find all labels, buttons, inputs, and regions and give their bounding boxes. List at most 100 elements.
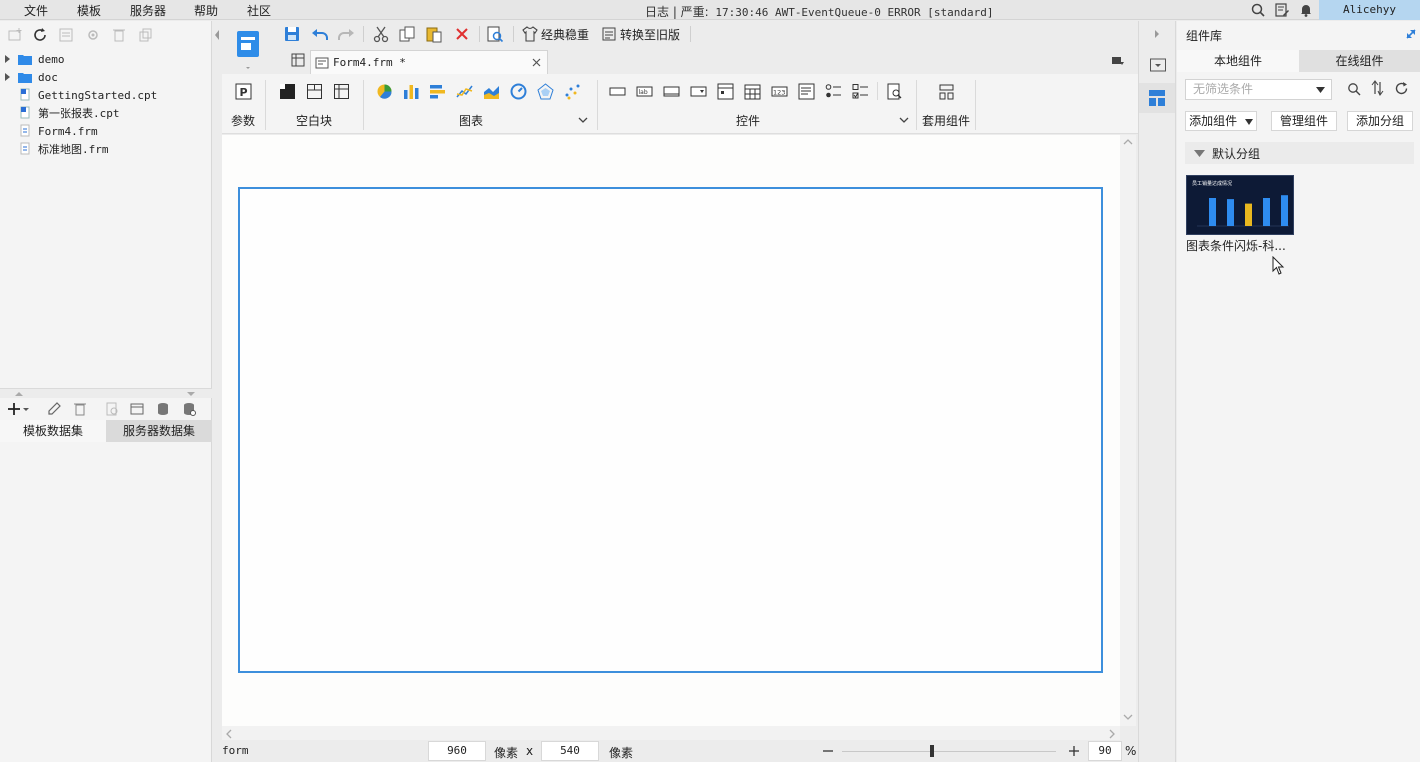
refresh-icon[interactable] <box>1394 81 1409 96</box>
checkbox-group-icon[interactable] <box>852 83 869 100</box>
database-settings-icon[interactable] <box>181 401 197 417</box>
filter-select[interactable]: 无筛选条件 <box>1185 79 1332 100</box>
tree-item-doc[interactable]: doc <box>4 68 58 86</box>
redo-icon[interactable] <box>337 25 355 43</box>
canvas-height-input[interactable]: 540 <box>541 741 599 761</box>
zoom-slider-thumb[interactable] <box>930 745 934 757</box>
panel-splitter[interactable] <box>0 388 212 398</box>
search-icon[interactable] <box>1347 82 1361 96</box>
dropdown-widget-icon[interactable] <box>690 83 707 100</box>
refresh-icon[interactable] <box>32 27 48 43</box>
vertical-scrollbar[interactable] <box>1120 135 1136 726</box>
search-icon[interactable] <box>1250 2 1266 18</box>
tab-list-icon[interactable] <box>1111 55 1125 67</box>
add-component-dropdown[interactable]: 添加组件 <box>1185 111 1257 131</box>
copy-icon[interactable] <box>398 25 416 43</box>
paste-icon[interactable] <box>425 25 443 43</box>
number-widget-icon[interactable]: 123 <box>771 83 788 100</box>
control-expand-icon[interactable] <box>899 116 909 124</box>
report-block-icon[interactable] <box>333 83 350 100</box>
tree-widget-icon[interactable] <box>717 83 734 100</box>
dataset-edit-icon[interactable] <box>129 401 145 417</box>
tree-item-gettingstarted[interactable]: GettingStarted.cpt <box>4 86 157 104</box>
tree-item-first-report[interactable]: 第一张报表.cpt <box>4 104 120 122</box>
radio-group-icon[interactable] <box>825 83 842 100</box>
tree-item-form4[interactable]: Form4.frm <box>4 122 98 140</box>
close-tab-icon[interactable] <box>532 58 541 67</box>
component-name[interactable]: 图表条件闪烁-科... <box>1186 237 1296 254</box>
classic-theme-button[interactable]: 经典稳重 <box>522 25 589 43</box>
radar-chart-icon[interactable] <box>537 83 554 100</box>
tab-online-components[interactable]: 在线组件 <box>1299 50 1420 72</box>
menu-help[interactable]: 帮助 <box>194 2 218 19</box>
area-chart-icon[interactable] <box>483 83 500 100</box>
delete-x-icon[interactable] <box>453 25 471 43</box>
delete-icon[interactable] <box>111 27 127 43</box>
manage-component-button[interactable]: 管理组件 <box>1271 111 1337 131</box>
horizontal-scrollbar[interactable] <box>222 726 1120 740</box>
bar-chart-icon[interactable] <box>403 83 420 100</box>
trash-icon[interactable] <box>72 401 88 417</box>
textarea-widget-icon[interactable] <box>798 83 815 100</box>
component-library-tab[interactable] <box>1139 83 1175 113</box>
expand-right-icon[interactable] <box>1153 28 1161 40</box>
menu-template[interactable]: 模板 <box>77 2 101 19</box>
undo-icon[interactable] <box>311 25 329 43</box>
zoom-value-input[interactable]: 90 <box>1088 741 1122 761</box>
form-body[interactable] <box>238 187 1103 673</box>
tab-form4[interactable]: Form4.frm * <box>310 50 548 74</box>
absolute-block-icon[interactable] <box>279 83 296 100</box>
preview-icon[interactable] <box>104 401 120 417</box>
menu-community[interactable]: 社区 <box>247 2 271 19</box>
expand-arrow-icon[interactable] <box>4 54 12 64</box>
tree-item-demo[interactable]: demo <box>4 50 65 68</box>
tree-item-standard-map[interactable]: 标准地图.frm <box>4 140 109 158</box>
line-chart-icon[interactable] <box>456 83 473 100</box>
design-canvas[interactable] <box>222 135 1120 726</box>
sort-icon[interactable] <box>1370 80 1386 96</box>
bell-icon[interactable] <box>1298 2 1314 18</box>
user-account[interactable]: Alicehyy <box>1319 0 1420 20</box>
scatter-chart-icon[interactable] <box>564 83 581 100</box>
scroll-left-icon[interactable] <box>225 729 233 739</box>
template-component-icon[interactable] <box>938 83 955 100</box>
scroll-right-icon[interactable] <box>1108 729 1116 739</box>
canvas-width-input[interactable]: 960 <box>428 741 486 761</box>
edit-doc-icon[interactable] <box>1274 2 1290 18</box>
add-group-button[interactable]: 添加分组 <box>1347 111 1413 131</box>
menu-file[interactable]: 文件 <box>24 2 48 19</box>
zoom-slider[interactable] <box>842 751 1056 752</box>
expand-panel-icon[interactable] <box>1405 28 1417 40</box>
tab-template-dataset[interactable]: 模板数据集 <box>0 420 106 442</box>
preview-icon[interactable] <box>486 25 504 43</box>
cut-icon[interactable] <box>372 25 390 43</box>
query-widget-icon[interactable] <box>886 83 903 100</box>
component-thumbnail[interactable]: 员工销量达成情况 <box>1186 175 1294 235</box>
pie-chart-icon[interactable] <box>376 83 393 100</box>
tab-server-dataset[interactable]: 服务器数据集 <box>106 420 212 442</box>
chart-expand-icon[interactable] <box>578 116 588 124</box>
copy-icon[interactable] <box>137 27 153 43</box>
database-icon[interactable] <box>155 401 171 417</box>
expand-arrow-icon[interactable] <box>4 72 12 82</box>
new-folder-icon[interactable] <box>7 27 23 43</box>
property-panel-icon[interactable] <box>1149 57 1167 73</box>
zoom-out-icon[interactable] <box>822 745 834 757</box>
add-dataset-icon[interactable] <box>6 401 30 417</box>
textbox-widget-icon[interactable] <box>609 83 626 100</box>
collapse-left-panel-icon[interactable] <box>213 25 221 45</box>
scroll-up-icon[interactable] <box>1123 138 1133 146</box>
collapse-down-icon[interactable] <box>186 391 196 397</box>
date-widget-icon[interactable] <box>744 83 761 100</box>
tab-block-icon[interactable] <box>306 83 323 100</box>
menu-server[interactable]: 服务器 <box>130 2 166 19</box>
label-widget-icon[interactable]: lab <box>636 83 653 100</box>
parameter-icon[interactable]: P <box>235 83 252 100</box>
collapse-up-icon[interactable] <box>14 391 24 397</box>
gauge-chart-icon[interactable] <box>510 83 527 100</box>
settings-icon[interactable] <box>85 27 101 43</box>
log-status[interactable]: 日志 | 严重: 17:30:46 AWT-EventQueue-0 ERROR… <box>645 3 994 20</box>
grid-layout-icon[interactable] <box>291 53 305 67</box>
horizontal-bar-icon[interactable] <box>429 83 446 100</box>
group-default[interactable]: 默认分组 <box>1185 142 1414 164</box>
